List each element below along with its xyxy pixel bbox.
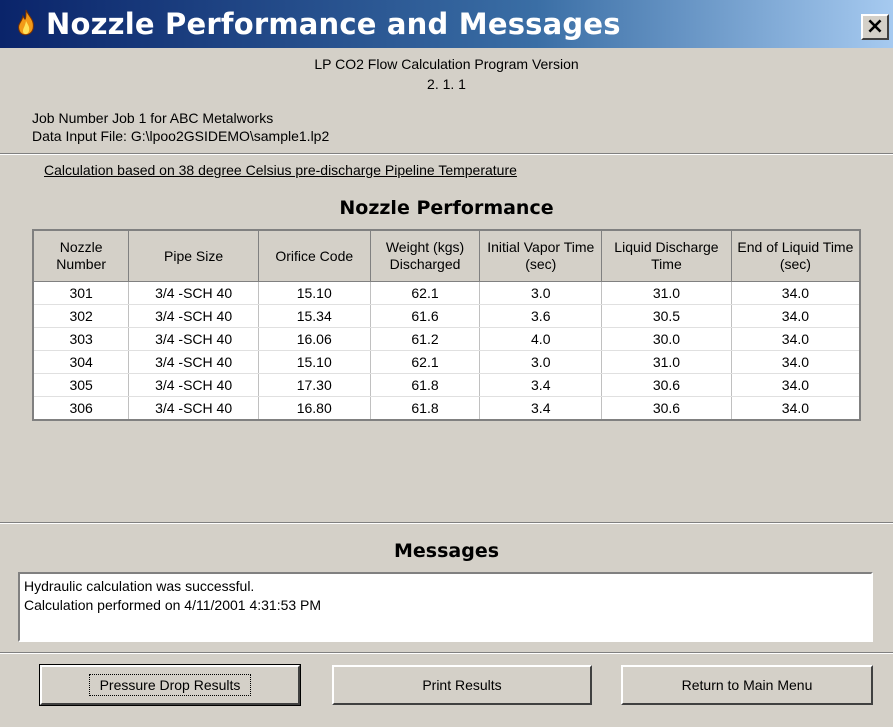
table-cell: 61.8 bbox=[370, 373, 481, 397]
table-cell: 3/4 -SCH 40 bbox=[128, 281, 259, 305]
table-row[interactable]: 302 3/4 -SCH 40 15.34 61.6 3.6 30.5 34.0 bbox=[33, 304, 861, 328]
program-version: 2. 1. 1 bbox=[427, 76, 466, 92]
table-cell: 3.6 bbox=[479, 304, 603, 328]
job-number: Job Number Job 1 for ABC Metalworks bbox=[32, 110, 274, 126]
title-bar[interactable]: Nozzle Performance and Messages × bbox=[0, 0, 893, 48]
table-cell: 16.06 bbox=[258, 327, 371, 351]
table-cell: 3.0 bbox=[479, 350, 603, 374]
table-row[interactable]: 306 3/4 -SCH 40 16.80 61.8 3.4 30.6 34.0 bbox=[33, 396, 861, 421]
print-results-button[interactable]: Print Results bbox=[332, 665, 592, 705]
table-cell: 15.34 bbox=[258, 304, 371, 328]
table-cell: 306 bbox=[33, 396, 130, 421]
program-name: LP CO2 Flow Calculation Program Version bbox=[314, 56, 579, 72]
table-cell: 16.80 bbox=[258, 396, 371, 421]
table-cell: 34.0 bbox=[731, 350, 861, 374]
table-cell: 303 bbox=[33, 327, 130, 351]
pressure-drop-results-label: Pressure Drop Results bbox=[88, 674, 252, 696]
messages-heading: Messages bbox=[393, 540, 500, 562]
nozzle-performance-heading: Nozzle Performance bbox=[339, 197, 554, 219]
table-cell: 4.0 bbox=[479, 327, 603, 351]
table-row[interactable]: 305 3/4 -SCH 40 17.30 61.8 3.4 30.6 34.0 bbox=[33, 373, 861, 397]
close-button[interactable]: × bbox=[861, 14, 889, 40]
table-cell: 3.4 bbox=[479, 373, 603, 397]
window-title: Nozzle Performance and Messages bbox=[46, 7, 621, 41]
table-cell: 34.0 bbox=[731, 327, 861, 351]
print-results-label: Print Results bbox=[422, 677, 502, 693]
table-cell: 302 bbox=[33, 304, 130, 328]
table-cell: 62.1 bbox=[370, 350, 481, 374]
table-cell: 34.0 bbox=[731, 373, 861, 397]
message-line: Calculation performed on 4/11/2001 4:31:… bbox=[24, 597, 322, 613]
table-cell: 3/4 -SCH 40 bbox=[128, 373, 259, 397]
table-cell: 30.6 bbox=[601, 373, 732, 397]
table-cell: 30.5 bbox=[601, 304, 732, 328]
table-cell: 3.4 bbox=[479, 396, 603, 421]
table-cell: 62.1 bbox=[370, 281, 481, 305]
table-cell: 31.0 bbox=[601, 281, 732, 305]
column-header[interactable]: Weight (kgs) Discharged bbox=[369, 229, 481, 282]
header-divider bbox=[0, 153, 893, 155]
messages-divider bbox=[0, 522, 893, 524]
return-to-main-menu-button[interactable]: Return to Main Menu bbox=[621, 665, 873, 705]
table-cell: 3/4 -SCH 40 bbox=[128, 350, 259, 374]
table-cell: 17.30 bbox=[258, 373, 371, 397]
table-cell: 34.0 bbox=[731, 281, 861, 305]
table-cell: 15.10 bbox=[258, 281, 371, 305]
table-cell: 3/4 -SCH 40 bbox=[128, 396, 259, 421]
nozzle-performance-dialog: Nozzle Performance and Messages × LP CO2… bbox=[0, 0, 893, 727]
table-row[interactable]: 303 3/4 -SCH 40 16.06 61.2 4.0 30.0 34.0 bbox=[33, 327, 861, 351]
table-row[interactable]: 301 3/4 -SCH 40 15.10 62.1 3.0 31.0 34.0 bbox=[33, 281, 861, 305]
table-cell: 304 bbox=[33, 350, 130, 374]
column-header[interactable]: End of Liquid Time (sec) bbox=[730, 229, 861, 282]
pressure-drop-results-button[interactable]: Pressure Drop Results bbox=[39, 664, 301, 706]
data-input-file: Data Input File: G:\lpoo2GSIDEMO\sample1… bbox=[32, 128, 330, 144]
table-cell: 15.10 bbox=[258, 350, 371, 374]
table-cell: 31.0 bbox=[601, 350, 732, 374]
return-to-main-menu-label: Return to Main Menu bbox=[681, 677, 813, 693]
nozzle-performance-table[interactable]: Nozzle Number Pipe Size Orifice Code Wei… bbox=[32, 229, 861, 421]
column-header[interactable]: Orifice Code bbox=[257, 229, 371, 282]
table-cell: 3/4 -SCH 40 bbox=[128, 327, 259, 351]
table-row[interactable]: 304 3/4 -SCH 40 15.10 62.1 3.0 31.0 34.0 bbox=[33, 350, 861, 374]
table-header-row: Nozzle Number Pipe Size Orifice Code Wei… bbox=[32, 229, 861, 282]
flame-icon bbox=[12, 8, 40, 40]
table-cell: 61.2 bbox=[370, 327, 481, 351]
column-header[interactable]: Nozzle Number bbox=[32, 229, 130, 282]
table-cell: 61.6 bbox=[370, 304, 481, 328]
table-cell: 61.8 bbox=[370, 396, 481, 421]
column-header[interactable]: Liquid Discharge Time bbox=[601, 229, 732, 282]
table-cell: 30.0 bbox=[601, 327, 732, 351]
messages-box[interactable]: Hydraulic calculation was successful. Ca… bbox=[18, 572, 873, 642]
table-cell: 3/4 -SCH 40 bbox=[128, 304, 259, 328]
close-icon: × bbox=[865, 14, 885, 39]
table-cell: 301 bbox=[33, 281, 130, 305]
buttons-divider bbox=[0, 652, 893, 654]
table-cell: 34.0 bbox=[731, 396, 861, 421]
table-cell: 30.6 bbox=[601, 396, 732, 421]
column-header[interactable]: Initial Vapor Time (sec) bbox=[479, 229, 603, 282]
table-cell: 305 bbox=[33, 373, 130, 397]
column-header[interactable]: Pipe Size bbox=[128, 229, 259, 282]
message-line: Hydraulic calculation was successful. bbox=[24, 578, 255, 594]
table-cell: 34.0 bbox=[731, 304, 861, 328]
table-cell: 3.0 bbox=[479, 281, 603, 305]
calculation-basis: Calculation based on 38 degree Celsius p… bbox=[44, 162, 517, 178]
